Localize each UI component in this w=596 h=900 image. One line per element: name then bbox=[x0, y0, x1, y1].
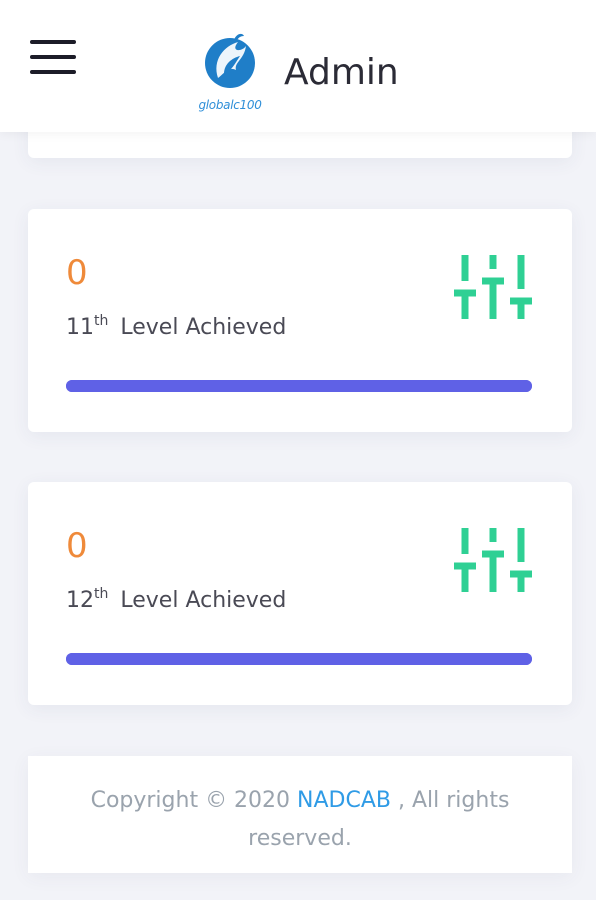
page-title: Admin bbox=[284, 52, 399, 93]
achieved-count: 0 bbox=[66, 253, 88, 293]
level-text: Level Achieved bbox=[120, 315, 287, 340]
sliders-icon bbox=[454, 255, 532, 319]
level-label: 11th Level Achieved bbox=[66, 313, 286, 340]
level-number: 11 bbox=[66, 315, 94, 340]
logo[interactable]: globalc100 bbox=[194, 30, 266, 118]
copyright-prefix: Copyright © 2020 bbox=[90, 788, 298, 813]
level-suffix: th bbox=[94, 313, 109, 329]
top-header: globalc100 Admin bbox=[0, 0, 596, 132]
menu-line bbox=[30, 70, 76, 74]
footer-copyright: Copyright © 2020 NADCAB , All rights res… bbox=[28, 756, 572, 873]
menu-line bbox=[30, 55, 76, 59]
menu-line bbox=[30, 40, 76, 44]
level-text: Level Achieved bbox=[120, 588, 287, 613]
progress-fill bbox=[66, 653, 532, 665]
achieved-count: 0 bbox=[66, 526, 88, 566]
logo-text: globalc100 bbox=[198, 98, 262, 112]
level-suffix: th bbox=[94, 586, 109, 602]
stat-card: 0 12th Level Achieved bbox=[28, 482, 572, 705]
progress-bar bbox=[66, 380, 532, 392]
progress-fill bbox=[66, 380, 532, 392]
hamburger-menu-icon[interactable] bbox=[30, 40, 76, 74]
level-label: 12th Level Achieved bbox=[66, 586, 286, 613]
level-number: 12 bbox=[66, 588, 94, 613]
nadcab-link[interactable]: NADCAB bbox=[297, 788, 391, 813]
stat-card: 0 11th Level Achieved bbox=[28, 209, 572, 432]
progress-bar bbox=[66, 653, 532, 665]
phoenix-logo-icon bbox=[205, 33, 255, 88]
sliders-icon bbox=[454, 528, 532, 592]
